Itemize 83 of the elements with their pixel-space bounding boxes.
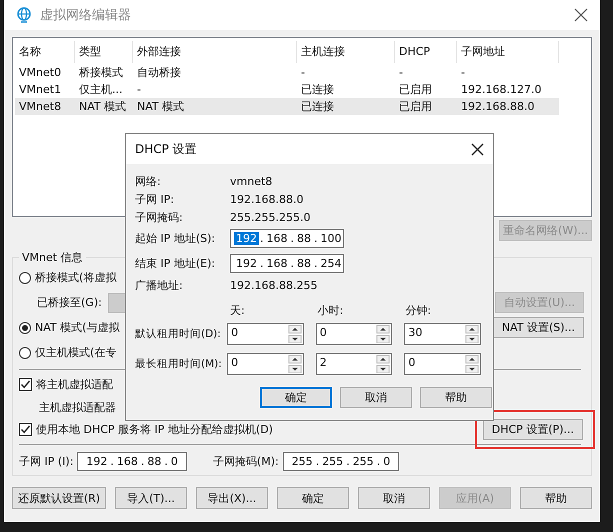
dhcp-settings-button[interactable]: DHCP 设置(P)... [482, 419, 583, 440]
radio-button[interactable] [19, 346, 31, 358]
column-header[interactable]: 主机连接 [297, 41, 395, 63]
radio-button[interactable] [19, 322, 31, 334]
dialog-button[interactable]: 取消 [340, 387, 412, 408]
column-header[interactable]: DHCP [395, 41, 457, 63]
dialog-button[interactable]: 帮助 [420, 387, 492, 408]
field-value: 255.255.255.0 [230, 210, 310, 224]
close-icon[interactable] [471, 142, 484, 156]
dialog-button[interactable]: 确定 [277, 487, 349, 509]
table-cell-text: 已启用 [398, 82, 433, 97]
checkbox[interactable] [19, 423, 32, 436]
unit-label: 天: [230, 303, 246, 319]
end-ip-field[interactable]: 192 . 168 . 88 . 254 [230, 254, 344, 273]
field-label: 子网 IP: [135, 192, 176, 206]
dialog-button[interactable]: 导出(X)... [196, 487, 268, 509]
table-cell-text: VMnet0 [18, 66, 62, 79]
radio-button[interactable] [19, 272, 31, 284]
mode-label: NAT 模式(与虚拟 [35, 320, 120, 335]
nat-settings-button[interactable]: NAT 设置(S)... [492, 317, 584, 338]
close-icon[interactable] [574, 8, 588, 22]
dialog-button[interactable]: 还原默认设置(R) [12, 487, 106, 509]
field-label: 结束 IP 地址(E): [135, 256, 216, 271]
column-header[interactable]: 外部连接 [133, 41, 297, 63]
table-cell-text: - [136, 83, 142, 96]
start-ip-field[interactable]: 192 . 168 . 88 . 100 [230, 229, 344, 248]
adapter-name-label: 主机虚拟适配器 [39, 400, 116, 414]
column-header[interactable]: 子网地址 [457, 41, 559, 63]
network-row[interactable]: VMnet8 NAT 模式 NAT 模式 已连接 已启用 192.168.88.0 [15, 98, 559, 115]
table-cell-text: 已连接 [300, 82, 335, 97]
globe-icon [16, 7, 32, 23]
field-label: 起始 IP 地址(S): [135, 231, 216, 246]
spin-field[interactable]: 0 [227, 353, 304, 375]
mode-label: 桥接模式(将虚拟 [35, 270, 116, 285]
table-cell-text: 已连接 [300, 99, 335, 114]
subnet-ip-label: 子网 IP (I): [19, 454, 74, 468]
spin-field[interactable]: 0 [316, 323, 392, 345]
table-cell-text: 192.168.88.0 [460, 100, 536, 113]
table-cell-text: 自动桥接 [136, 65, 182, 80]
field-label: 子网掩码: [135, 210, 184, 224]
table-cell-text: 192.168.127.0 [460, 83, 542, 96]
lease-label: 默认租用时间(D): [135, 327, 222, 341]
checkbox[interactable] [19, 378, 32, 391]
spin-field[interactable]: 0 [227, 323, 304, 345]
table-cell-text: VMnet1 [18, 83, 62, 96]
dialog-button[interactable]: 取消 [358, 487, 430, 509]
field-value: vmnet8 [230, 174, 272, 188]
table-cell-text: NAT 模式 [136, 99, 186, 114]
table-cell-text: 仅主机... [78, 82, 124, 97]
dialog-button[interactable]: 确定 [260, 387, 332, 408]
checkbox-label: 将主机虚拟适配 [36, 377, 113, 392]
table-cell-text: - [300, 66, 306, 79]
bridged-to-label: 已桥接至(G): [37, 295, 102, 310]
field-value: 192.168.88.0 [230, 192, 304, 206]
checkbox-label: 使用本地 DHCP 服务将 IP 地址分配给虚拟机(D) [36, 422, 273, 437]
dialog-title: DHCP 设置 [135, 140, 197, 158]
table-cell-text: - [460, 66, 466, 79]
field-label: 网络: [135, 174, 162, 188]
spin-field[interactable]: 30 [404, 323, 481, 345]
mode-label: 仅主机模式(在专 [35, 345, 116, 360]
table-cell-text: 已启用 [398, 99, 433, 114]
field-label: 广播地址: [135, 278, 184, 292]
table-cell-text: VMnet8 [18, 100, 62, 113]
network-row[interactable]: VMnet0 桥接模式 自动桥接 - - - [15, 64, 559, 81]
table-cell-text: 桥接模式 [78, 65, 124, 80]
unit-label: 分钟: [405, 303, 432, 319]
window-title: 虚拟网络编辑器 [40, 7, 132, 24]
lease-label: 最长租用时间(M): [135, 357, 223, 371]
network-row[interactable]: VMnet1 仅主机... - 已连接 已启用 192.168.127.0 [15, 81, 559, 98]
subnet-ip-field[interactable]: 192 . 168 . 88 . 0 [77, 452, 187, 470]
table-cell-text: - [398, 66, 404, 79]
subnet-mask-field[interactable]: 255 . 255 . 255 . 0 [282, 452, 400, 470]
column-header[interactable]: 类型 [75, 41, 133, 63]
column-header[interactable]: 名称 [15, 41, 75, 63]
subnet-mask-label: 子网掩码(M): [212, 454, 279, 468]
field-value: 192.168.88.255 [230, 278, 318, 292]
table-cell-text: NAT 模式 [78, 99, 128, 114]
dialog-button[interactable]: 帮助 [520, 487, 592, 509]
unit-label: 小时: [318, 303, 344, 319]
spin-field[interactable]: 0 [404, 353, 481, 375]
dialog-button[interactable]: 导入(T)... [115, 487, 187, 509]
spin-field[interactable]: 2 [316, 353, 392, 375]
group-title: VMnet 信息 [21, 250, 84, 265]
